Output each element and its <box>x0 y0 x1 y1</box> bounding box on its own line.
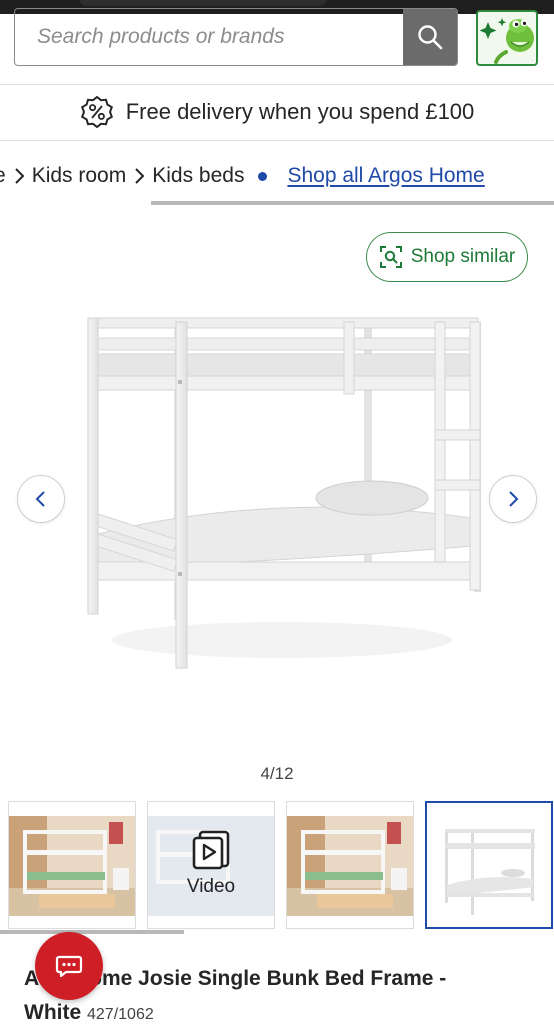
chevron-right-icon <box>126 167 152 185</box>
header-divider <box>0 84 554 85</box>
thumbnail-bed-image <box>427 803 551 927</box>
shop-similar-label: Shop similar <box>410 246 516 267</box>
breadcrumb-item-kids-beds[interactable]: Kids beds <box>152 164 244 188</box>
shop-similar-icon <box>379 246 402 268</box>
previous-image-button[interactable] <box>17 475 65 523</box>
delivery-text: Free delivery when you spend £100 <box>125 99 475 124</box>
product-title-line2: White <box>24 1001 82 1024</box>
product-image[interactable] <box>82 300 482 700</box>
search-icon <box>418 25 443 50</box>
chevron-right-icon <box>6 167 32 185</box>
chevron-left-icon <box>35 491 45 507</box>
thumbnail-bed-white[interactable] <box>425 801 553 929</box>
shop-similar-button[interactable]: Shop similar <box>366 232 528 282</box>
search-button[interactable] <box>403 9 457 65</box>
product-title-line2-suffix: 427/1062 <box>87 1006 154 1023</box>
search-bar <box>14 8 458 66</box>
status-bar-notch <box>78 0 328 6</box>
mascot-icon <box>479 18 534 64</box>
thumbnail-scrollbar[interactable] <box>0 930 184 934</box>
image-counter: 4/12 <box>260 764 294 783</box>
thumbnail-room-1[interactable] <box>8 801 136 929</box>
search-input[interactable] <box>15 9 403 65</box>
thumbnail-room-image <box>287 802 413 928</box>
product-title-rest: ome Josie Single Bunk Bed Frame - <box>89 967 447 990</box>
breadcrumb-scrollbar[interactable] <box>151 201 554 205</box>
mascot-button[interactable] <box>476 10 538 66</box>
shop-all-argos-home-link[interactable]: Shop all Argos Home <box>287 164 484 188</box>
delivery-banner[interactable]: Free delivery when you spend £100 <box>0 86 554 138</box>
thumbnail-room-image <box>9 802 135 928</box>
chat-icon <box>55 955 83 978</box>
thumbnail-room-2[interactable] <box>286 801 414 929</box>
breadcrumb: e Kids room Kids beds Shop all Argos Hom… <box>0 152 554 200</box>
video-play-icon <box>192 830 230 870</box>
breadcrumb-dot <box>258 171 268 181</box>
chat-button[interactable] <box>35 932 103 1000</box>
thumbnail-video[interactable]: Video <box>147 801 275 929</box>
delivery-divider <box>0 140 554 141</box>
chevron-right-icon <box>509 491 519 507</box>
thumbnail-strip: Video <box>8 801 554 931</box>
video-label: Video <box>186 876 236 897</box>
next-image-button[interactable] <box>489 475 537 523</box>
discount-badge-icon <box>80 95 113 129</box>
breadcrumb-item-kids-room[interactable]: Kids room <box>32 164 127 188</box>
